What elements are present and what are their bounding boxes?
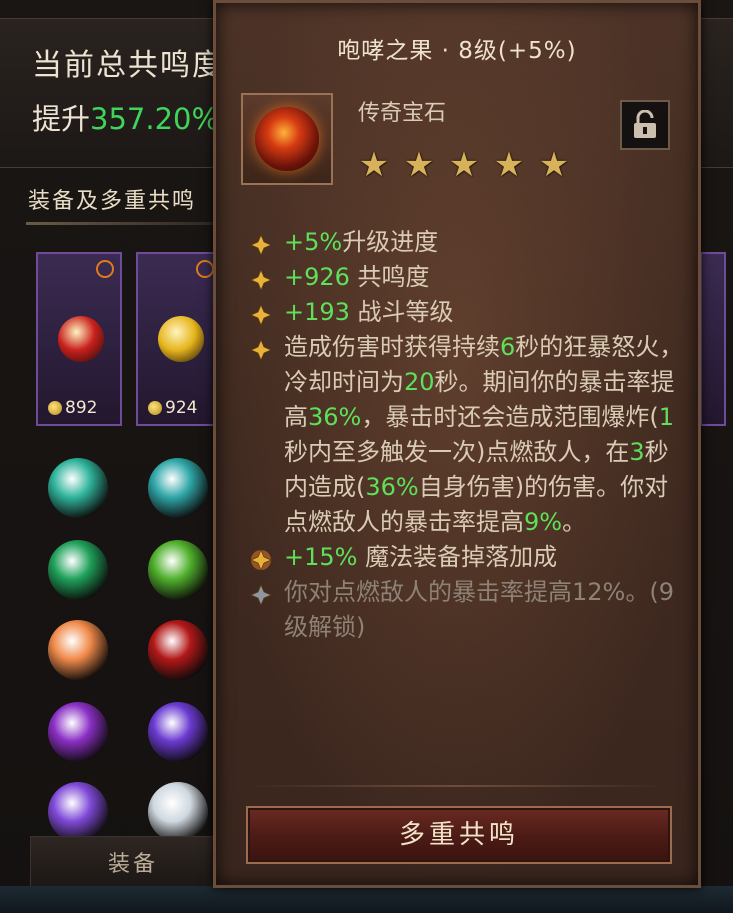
effect-text: 。 (562, 508, 587, 536)
equipment-section-title: 装备及多重共鸣 (28, 189, 197, 214)
lock-toggle-button[interactable] (620, 100, 670, 150)
teal-gem-2-icon[interactable] (148, 458, 208, 518)
gold-gem-icon (158, 316, 204, 362)
gem-effect-row: +5%升级进度 (246, 225, 686, 260)
equip-tab-label: 装备 (108, 852, 159, 877)
effect-value: 9% (524, 508, 563, 536)
gem-effect-row: +926 共鸣度 (246, 260, 686, 295)
legendary-equipment-card-3[interactable] (700, 252, 726, 426)
locked-bullet-icon (249, 581, 273, 607)
gem-portrait (241, 93, 333, 185)
legendary-equipment-card-2[interactable]: 924 (136, 252, 222, 426)
effect-text: ，暴击时还会造成范围爆炸( (361, 403, 659, 431)
gem-star-rating: ★ ★ ★ ★ ★ (356, 145, 581, 185)
effect-text: 造成伤害时获得持续 (284, 333, 500, 361)
gold-bullet-icon (249, 336, 273, 362)
red-gem-icon (58, 316, 104, 362)
green-gem-2-icon[interactable] (148, 540, 208, 600)
gem-effect-row: 造成伤害时获得持续6秒的狂暴怒火，冷却时间为20秒。期间你的暴击率提高36%，暴… (246, 330, 686, 540)
effect-value: 1 (658, 403, 674, 431)
effect-text: 你对点燃敌人的暴击率提高12%。(9级解锁) (284, 578, 674, 641)
multi-resonance-button[interactable]: 多重共鸣 (246, 806, 672, 864)
gold-bullet-icon (249, 266, 273, 292)
star-icon: ★ (493, 145, 525, 185)
gem-tooltip: 咆哮之果 · 8级(+5%) 传奇宝石 ★ ★ ★ ★ ★ +5%升级进度 +926 共鸣… (213, 0, 701, 888)
white-gem-icon[interactable] (148, 782, 208, 842)
unlocked-padlock-icon (634, 110, 656, 138)
coin-icon (48, 401, 62, 415)
gem-title: 咆哮之果 · 8级(+5%) (337, 38, 577, 64)
effect-value: 36% (365, 473, 419, 501)
boost-line: 提升357.20% (32, 96, 219, 138)
boost-label: 提升 (32, 102, 91, 136)
gem-rarity: 传奇宝石 (358, 101, 447, 126)
effect-value: +926 (284, 263, 350, 291)
gem-effect-row: +15% 魔法装备掉落加成 (246, 540, 686, 575)
legendary-equipment-card-1[interactable]: 892 (36, 252, 122, 426)
effect-value: 3 (629, 438, 645, 466)
card-score: 924 (148, 398, 197, 418)
green-gem-icon[interactable] (48, 540, 108, 600)
total-resonance-title: 当前总共鸣度 (32, 48, 224, 83)
star-icon: ★ (358, 145, 390, 185)
boost-value: 357.20% (90, 102, 220, 136)
red-crest-icon[interactable] (148, 620, 208, 680)
violet-gem-icon[interactable] (48, 782, 108, 842)
gem-effect-row: 你对点燃敌人的暴击率提高12%。(9级解锁) (246, 575, 686, 645)
gem-effects-list: +5%升级进度 +926 共鸣度 +193 战斗等级 造成伤害时获得持续6秒的狂暴怒火… (246, 225, 686, 645)
purple-crystal-icon[interactable] (148, 702, 208, 762)
section-divider (26, 222, 226, 225)
star-icon: ★ (538, 145, 570, 185)
gem-effect-row: +193 战斗等级 (246, 295, 686, 330)
effect-text: 战斗等级 (349, 298, 454, 326)
resonance-glyph-icon (96, 260, 114, 278)
effect-value: +15% (284, 543, 358, 571)
coin-icon (148, 401, 162, 415)
card-score: 892 (48, 398, 97, 418)
purple-gem-icon[interactable] (48, 702, 108, 762)
effect-value: +5% (284, 228, 343, 256)
bottom-frame (0, 886, 733, 913)
effect-text: 共鸣度 (349, 263, 430, 291)
effect-value: +193 (284, 298, 350, 326)
effect-text: 魔法装备掉落加成 (357, 543, 558, 571)
tooltip-divider (246, 785, 668, 787)
star-icon: ★ (448, 145, 480, 185)
effect-text: 秒内至多触发一次)点燃敌人，在 (284, 438, 630, 466)
star-icon: ★ (403, 145, 435, 185)
resonance-glyph-icon (196, 260, 214, 278)
gold-bullet-icon (249, 301, 273, 327)
effect-value: 6 (500, 333, 516, 361)
effect-value: 36% (308, 403, 362, 431)
effect-value: 20 (404, 368, 435, 396)
teal-gem-icon[interactable] (48, 458, 108, 518)
card-score-value: 924 (165, 398, 198, 418)
gold-bullet-icon (249, 231, 273, 257)
howling-fruit-gem-icon (255, 107, 319, 171)
effect-text: 升级进度 (342, 228, 439, 256)
gold-bullet-icon (249, 546, 273, 572)
orange-gem-icon[interactable] (48, 620, 108, 680)
card-score-value: 892 (65, 398, 98, 418)
